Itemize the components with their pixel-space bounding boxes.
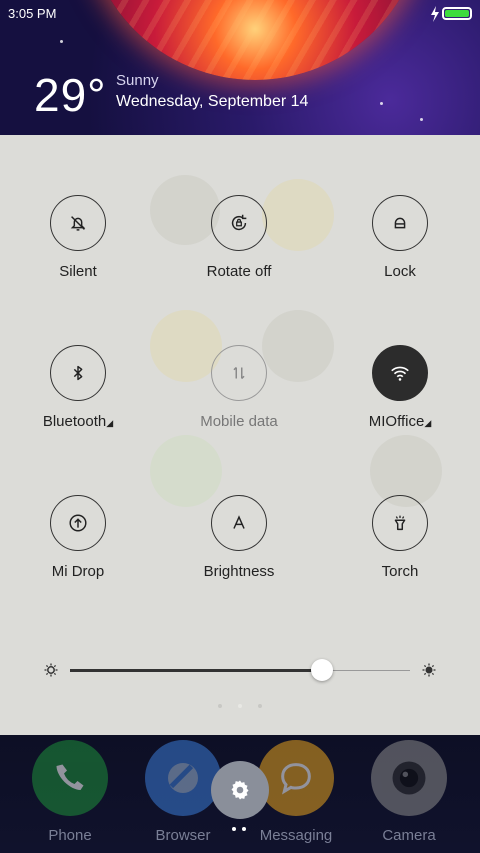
camera-icon[interactable]	[371, 740, 447, 816]
tile-silent[interactable]: Silent	[0, 195, 160, 305]
status-time: 3:05 PM	[8, 6, 57, 21]
rotate-lock-icon	[231, 214, 247, 231]
tile-bluetooth-label-text: Bluetooth	[42, 413, 107, 430]
tile-mobile-data[interactable]: Mobile data	[161, 345, 321, 455]
tile-wifi-label-text: MIOffice	[368, 413, 425, 430]
settings-button[interactable]	[211, 761, 269, 819]
brightness-track-fill	[70, 669, 322, 672]
tile-mobile-data-label: Mobile data	[200, 413, 278, 430]
brightness-high-icon	[422, 663, 436, 677]
tile-wifi-label: MIOffice◢	[322, 413, 478, 430]
tile-torch-label: Torch	[381, 563, 419, 580]
status-bar: 3:05 PM	[0, 0, 480, 28]
wallpaper-header: 3:05 PM 29° Sunny Wednesday, September 1…	[0, 0, 480, 135]
dock-app-label: Camera	[382, 827, 436, 844]
auto-brightness-icon	[233, 515, 245, 529]
dock-app-phone[interactable]: Phone	[15, 740, 125, 850]
battery-icon	[442, 7, 472, 20]
tile-mobile-data-button[interactable]	[211, 345, 267, 401]
page-dot	[242, 827, 246, 831]
dock-app-label: Browser	[155, 827, 211, 844]
date-text[interactable]: Wednesday, September 14	[116, 93, 308, 111]
page-dot-active	[232, 827, 236, 831]
tile-brightness-label: Brightness	[203, 563, 275, 580]
temperature[interactable]: 29°	[34, 68, 107, 122]
tile-brightness-button[interactable]	[211, 495, 267, 551]
menu-corner-icon: ◢	[424, 418, 432, 428]
tile-torch-button[interactable]	[372, 495, 428, 551]
message-icon[interactable]	[258, 740, 334, 816]
dock-app-label: Messaging	[259, 827, 333, 844]
tile-lock-button[interactable]	[372, 195, 428, 251]
dock-app-camera[interactable]: Camera	[354, 740, 464, 850]
star	[380, 102, 383, 105]
star	[60, 40, 63, 43]
tile-brightness[interactable]: Brightness	[161, 495, 321, 605]
menu-corner-icon: ◢	[106, 418, 114, 428]
dock-page-indicator	[232, 827, 248, 833]
charging-icon	[431, 6, 439, 22]
dock-app-label: Phone	[48, 827, 92, 844]
tile-mi-drop-button[interactable]	[50, 495, 106, 551]
lock-icon	[394, 217, 406, 229]
torch-icon	[394, 515, 406, 531]
weather-condition: Sunny	[116, 72, 159, 89]
browser-icon[interactable]	[145, 740, 221, 816]
wifi-icon	[391, 366, 409, 381]
tile-bluetooth-button[interactable]	[50, 345, 106, 401]
bell-off-icon	[70, 216, 86, 231]
upload-icon	[69, 514, 87, 532]
tile-rotate-button[interactable]	[211, 195, 267, 251]
battery-level	[445, 10, 469, 17]
tile-rotate[interactable]: Rotate off	[161, 195, 321, 305]
mobile-data-icon	[233, 366, 245, 380]
page-dot	[218, 704, 222, 708]
tile-mi-drop[interactable]: Mi Drop	[0, 495, 160, 605]
page-dot	[258, 704, 262, 708]
quick-settings-panel: Silent Rotate off Lock Bluetooth◢ Mobile…	[0, 135, 480, 735]
page-dot-active	[238, 704, 242, 708]
tile-wifi-button[interactable]	[372, 345, 428, 401]
phone-icon[interactable]	[32, 740, 108, 816]
brightness-slider-thumb[interactable]	[310, 659, 333, 681]
tile-bluetooth[interactable]: Bluetooth◢	[0, 345, 160, 455]
tile-bluetooth-label: Bluetooth◢	[0, 413, 156, 430]
tile-silent-label: Silent	[59, 263, 97, 280]
tile-lock[interactable]: Lock	[322, 195, 480, 305]
tile-lock-label: Lock	[384, 263, 416, 280]
tile-rotate-label: Rotate off	[206, 263, 272, 280]
brightness-low-icon	[44, 663, 58, 677]
tile-mi-drop-label: Mi Drop	[51, 563, 105, 580]
tile-silent-button[interactable]	[50, 195, 106, 251]
gear-icon	[231, 780, 249, 800]
tile-torch[interactable]: Torch	[322, 495, 480, 605]
bluetooth-icon	[73, 365, 83, 381]
tile-wifi[interactable]: MIOffice◢	[322, 345, 480, 455]
page-indicator	[218, 702, 262, 710]
star	[420, 118, 423, 121]
